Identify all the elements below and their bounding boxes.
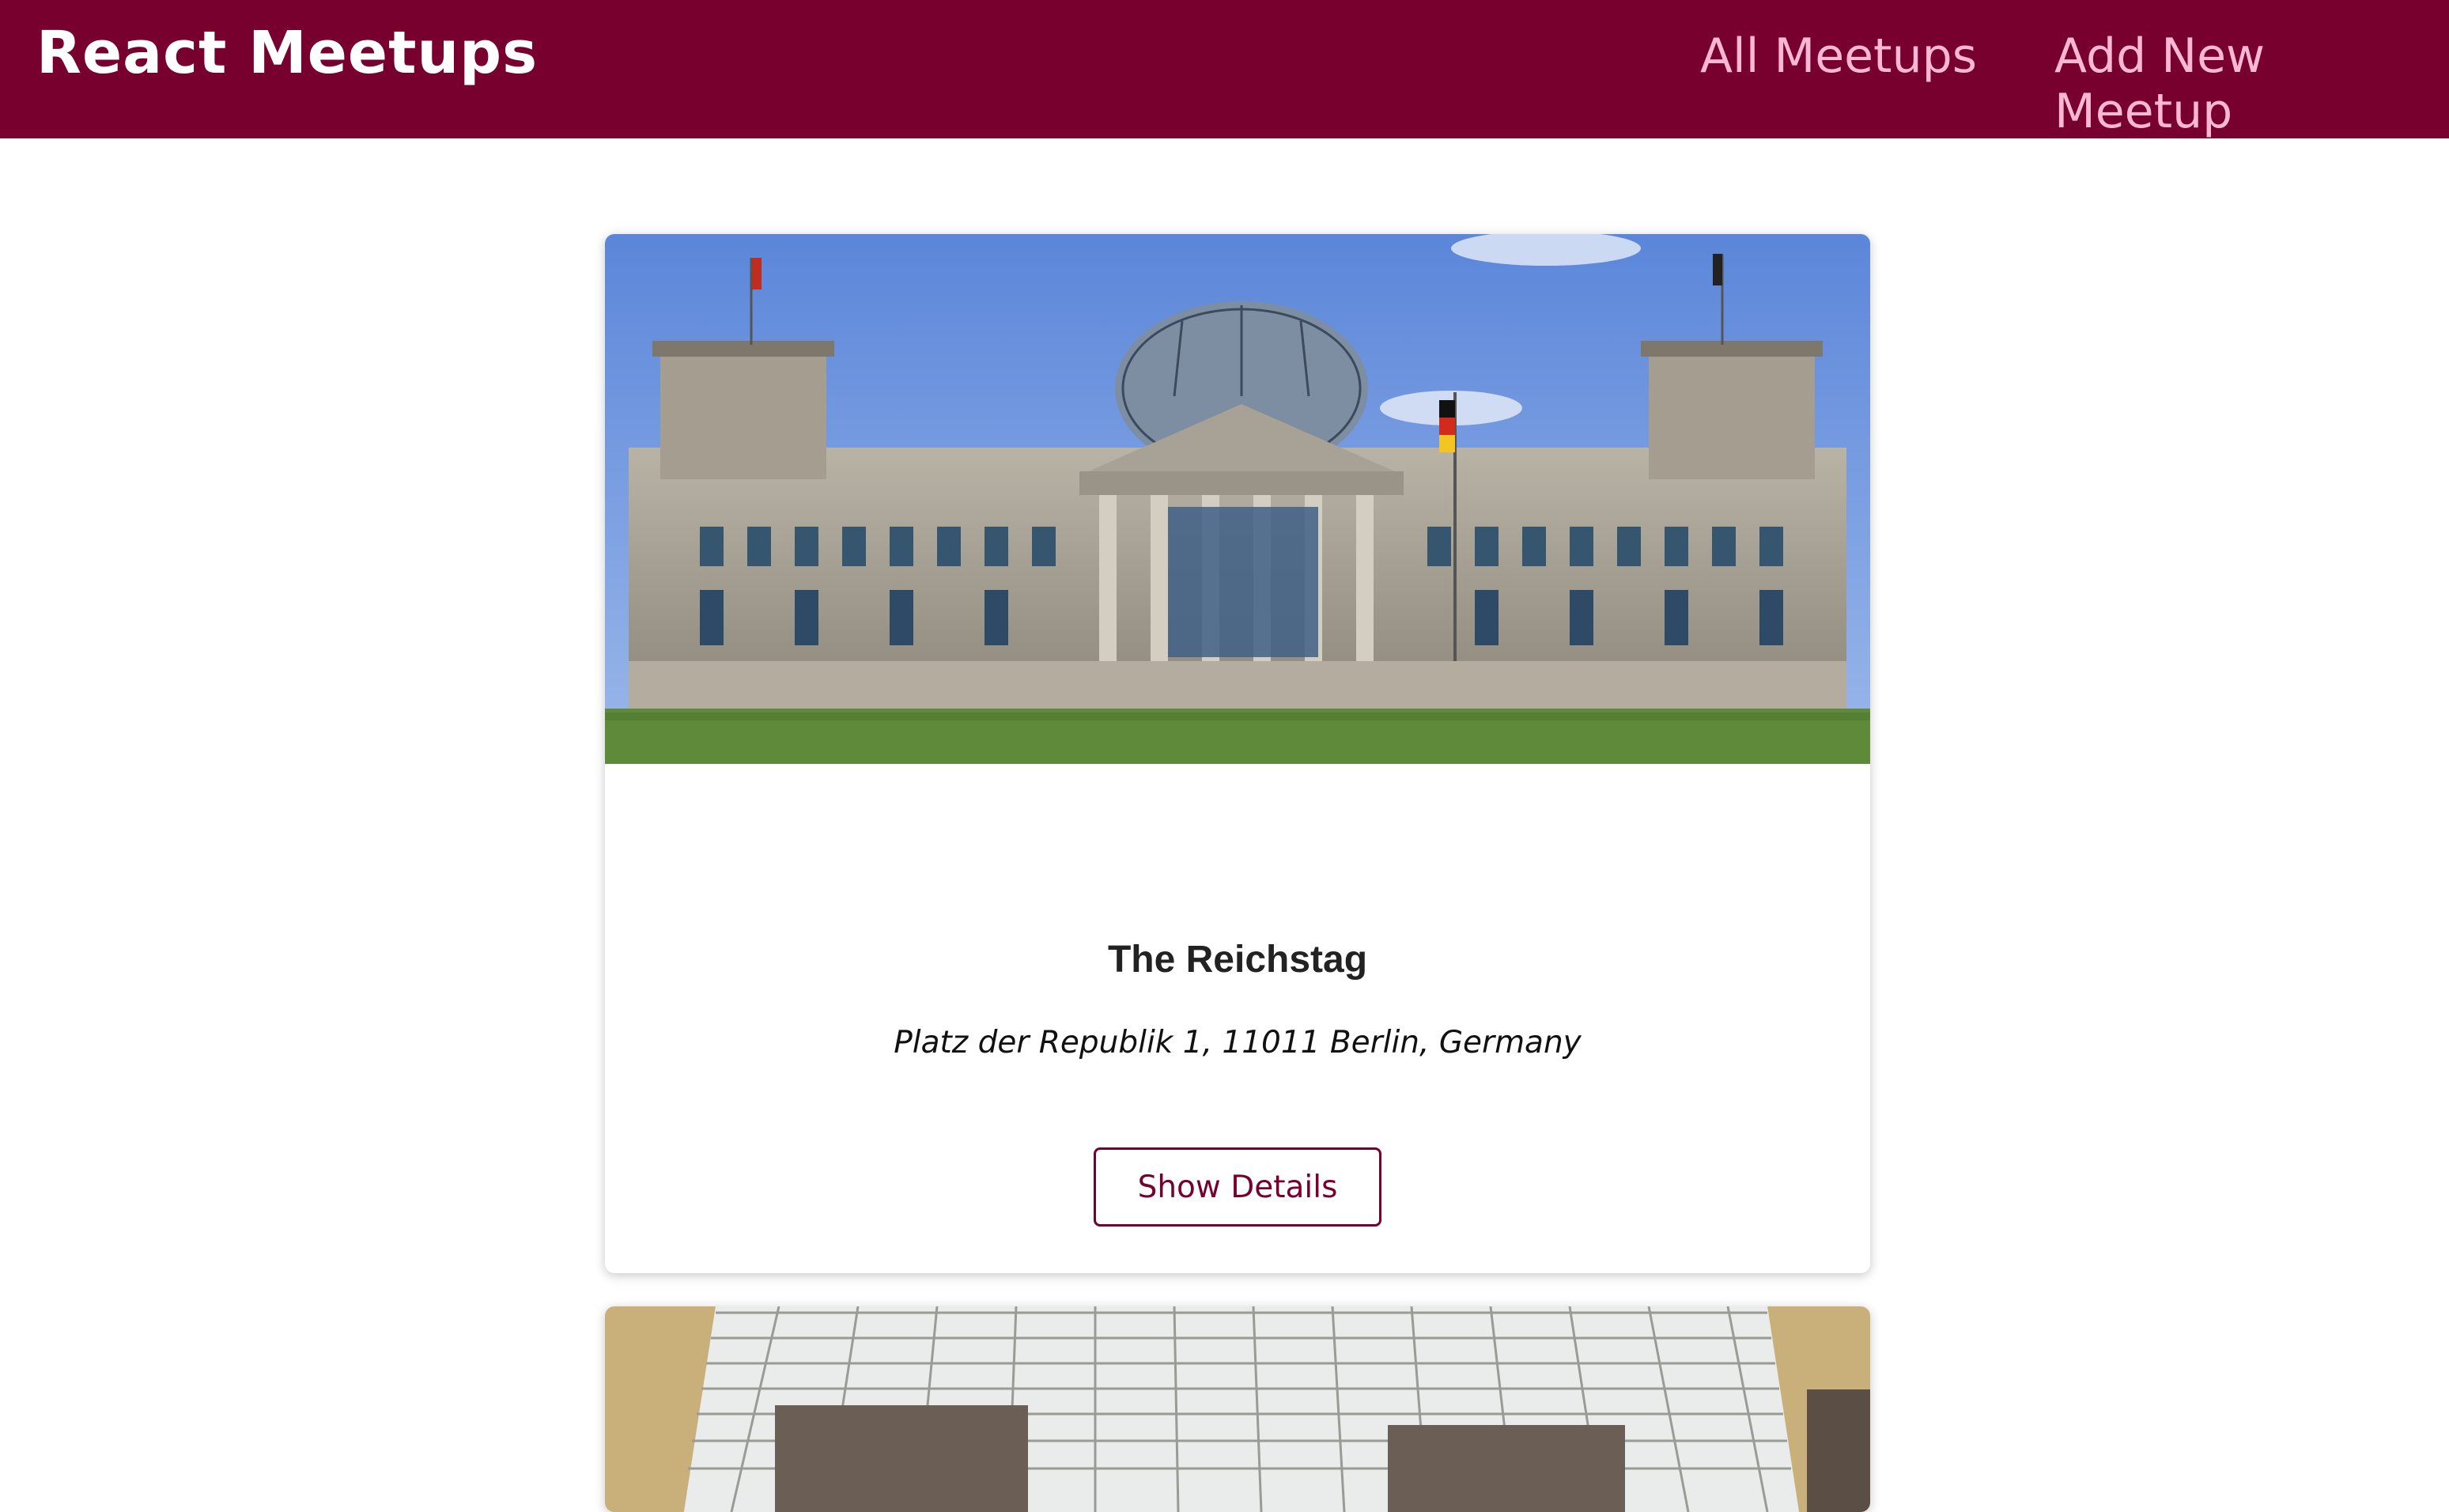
meetup-card — [605, 1306, 1870, 1512]
show-details-button[interactable]: Show Details — [1094, 1147, 1381, 1227]
meetup-address: Platz der Republik 1, 11011 Berlin, Germ… — [894, 1025, 1582, 1060]
meetup-image — [605, 234, 1870, 764]
meetup-card: The Reichstag Platz der Republik 1, 1101… — [605, 234, 1870, 1273]
meetup-image — [605, 1306, 1870, 1512]
nav-all-meetups[interactable]: All Meetups — [1700, 28, 1977, 84]
main-header: React Meetups All Meetups Add New Meetup — [0, 0, 2449, 139]
meetup-title: The Reichstag — [1107, 939, 1368, 981]
site-logo[interactable]: React Meetups — [36, 19, 538, 87]
nav-add-new-meetup[interactable]: Add New Meetup — [2054, 28, 2449, 139]
